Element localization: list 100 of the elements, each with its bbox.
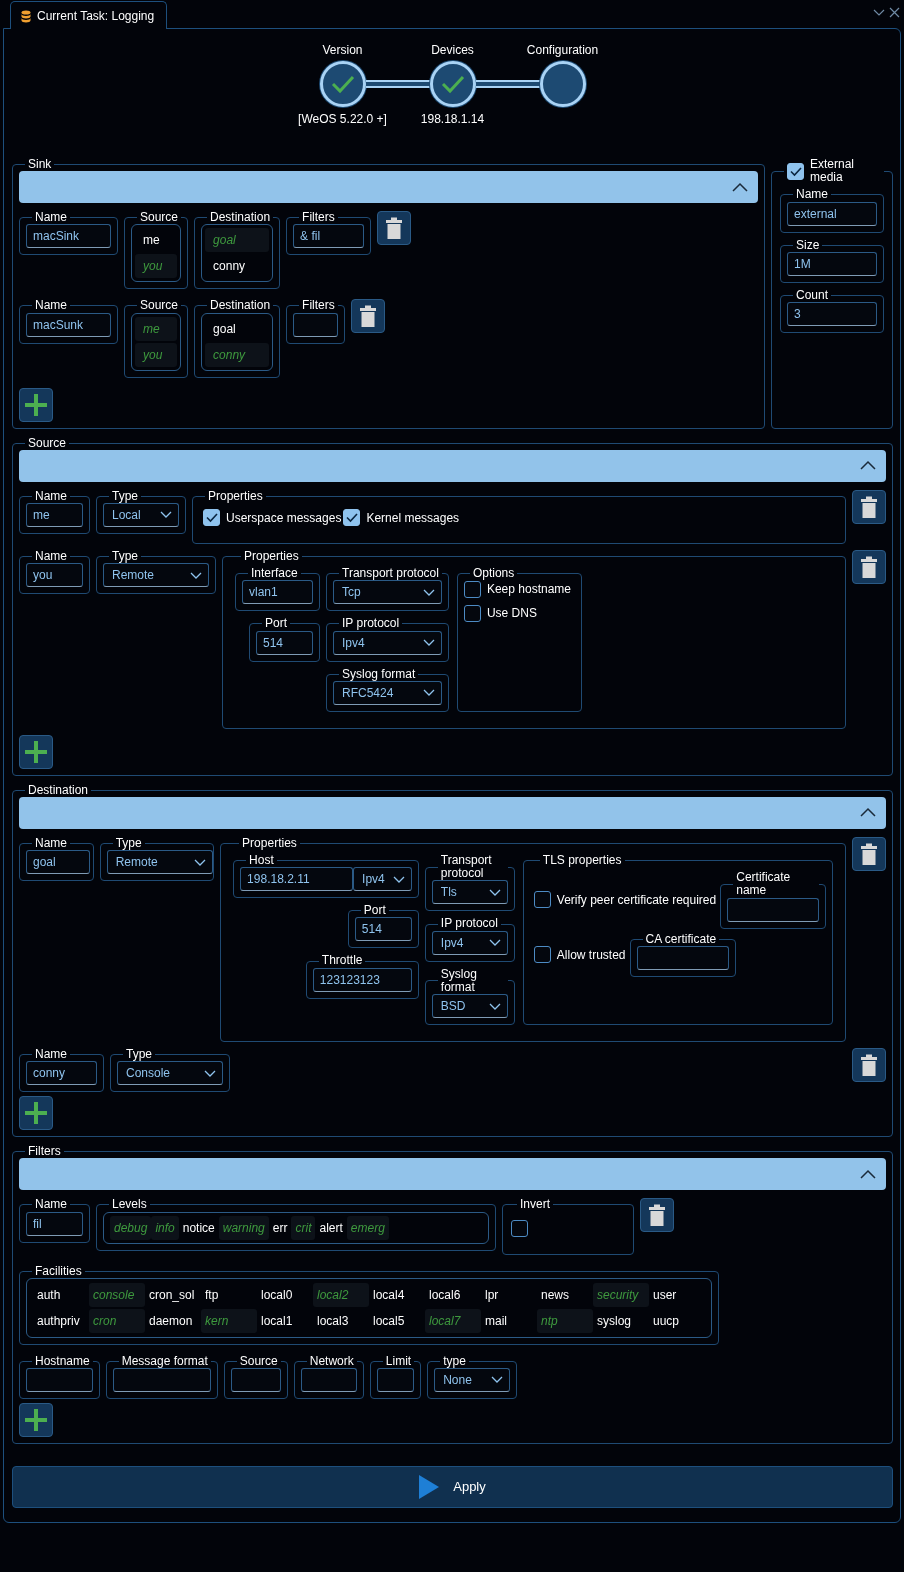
input-field[interactable]: 123123123	[312, 967, 412, 992]
input-field[interactable]: conny	[26, 1061, 97, 1086]
list-item[interactable]: security	[593, 1282, 649, 1307]
add-button[interactable]	[19, 387, 53, 422]
input-field[interactable]: you	[26, 563, 83, 588]
delete-button[interactable]	[852, 549, 886, 584]
checkbox[interactable]	[463, 580, 481, 598]
list-item[interactable]: kern	[201, 1308, 257, 1333]
list-item[interactable]: ntp	[537, 1308, 593, 1333]
apply-button[interactable]: Apply	[12, 1465, 893, 1508]
add-button[interactable]	[19, 1402, 53, 1437]
checkbox[interactable]	[511, 1219, 528, 1237]
add-button[interactable]	[19, 734, 53, 769]
input-field[interactable]	[636, 945, 729, 970]
list-item[interactable]: err	[268, 1215, 292, 1240]
list-item[interactable]: uucp	[649, 1308, 705, 1333]
list-item[interactable]: local6	[425, 1282, 481, 1307]
input-field[interactable]: vlan1	[242, 580, 313, 605]
input-field[interactable]: fil	[26, 1211, 83, 1236]
list-item[interactable]: alert	[315, 1215, 347, 1240]
list-item[interactable]: local1	[257, 1308, 313, 1333]
checkbox[interactable]	[343, 509, 361, 527]
delete-button[interactable]	[377, 211, 412, 246]
input-field[interactable]: external	[787, 201, 877, 226]
list-item[interactable]: me	[135, 228, 178, 253]
list-item[interactable]: lpr	[481, 1282, 537, 1307]
list-item[interactable]: local7	[425, 1308, 481, 1333]
list-item[interactable]: me	[135, 316, 178, 341]
list-item[interactable]: conny	[205, 342, 270, 367]
list-item[interactable]: emerg	[346, 1215, 389, 1240]
dropdown[interactable]: Local	[103, 502, 179, 527]
input-field[interactable]: 3	[787, 301, 877, 326]
list-item[interactable]: auth	[33, 1282, 89, 1307]
input-field[interactable]	[727, 897, 820, 922]
dropdown[interactable]: Tcp	[333, 580, 442, 605]
list-item[interactable]: local2	[313, 1282, 369, 1307]
list-item[interactable]: you	[135, 254, 178, 279]
delete-button[interactable]	[350, 299, 385, 334]
list-item[interactable]: mail	[481, 1308, 537, 1333]
list-item[interactable]: user	[649, 1282, 705, 1307]
list-item[interactable]: cron_sol	[145, 1282, 201, 1307]
checkbox[interactable]	[203, 509, 220, 527]
list-item[interactable]: cron	[89, 1308, 145, 1333]
input-field[interactable]	[26, 1367, 93, 1392]
input-field[interactable]: macSink	[26, 224, 111, 249]
collapse-bar[interactable]	[19, 796, 886, 829]
dropdown[interactable]: None	[434, 1367, 511, 1392]
dropdown[interactable]: Ipv4	[333, 630, 442, 655]
dropdown[interactable]: Ipv4	[353, 867, 412, 892]
input-field[interactable]	[293, 312, 338, 337]
list-item[interactable]: warning	[218, 1215, 269, 1240]
input-field[interactable]: macSunk	[26, 312, 111, 337]
list-item[interactable]: local5	[369, 1308, 425, 1333]
delete-button[interactable]	[852, 489, 886, 524]
input-field[interactable]	[376, 1367, 415, 1392]
list-item[interactable]: daemon	[145, 1308, 201, 1333]
list-item[interactable]: crit	[291, 1215, 316, 1240]
checkbox[interactable]	[787, 162, 804, 180]
collapse-bar[interactable]	[19, 1158, 886, 1191]
dropdown[interactable]: BSD	[431, 994, 508, 1018]
checkbox[interactable]	[533, 891, 551, 909]
list-item[interactable]: goal	[205, 228, 270, 253]
input-field[interactable]	[112, 1367, 211, 1392]
list-item[interactable]: goal	[205, 316, 270, 341]
input-field[interactable]: 514	[256, 630, 313, 655]
list-item[interactable]: conny	[205, 254, 270, 279]
input-field[interactable]	[300, 1367, 357, 1392]
list-item[interactable]: local0	[257, 1282, 313, 1307]
input-field[interactable]: 198.18.2.11	[240, 867, 354, 892]
input-field[interactable]	[230, 1367, 281, 1392]
list-item[interactable]: news	[537, 1282, 593, 1307]
checkbox[interactable]	[533, 946, 551, 964]
dropdown[interactable]: RFC5424	[333, 680, 442, 705]
chevron-down-icon[interactable]	[873, 7, 885, 17]
document-tab[interactable]: Current Task: Logging	[10, 1, 168, 29]
checkbox[interactable]	[463, 604, 481, 622]
list-item[interactable]: notice	[178, 1215, 219, 1240]
input-field[interactable]: 514	[354, 917, 412, 942]
add-button[interactable]	[19, 1096, 53, 1131]
dropdown[interactable]: Tls	[431, 880, 508, 905]
delete-button[interactable]	[852, 1048, 886, 1082]
list-item[interactable]: syslog	[593, 1308, 649, 1333]
input-field[interactable]: 1M	[787, 251, 877, 276]
collapse-bar[interactable]	[19, 449, 886, 482]
dropdown[interactable]: Remote	[106, 850, 213, 875]
list-item[interactable]: debug	[110, 1215, 152, 1240]
list-item[interactable]: info	[151, 1215, 179, 1240]
delete-button[interactable]	[852, 836, 886, 871]
input-field[interactable]: me	[26, 502, 83, 527]
input-field[interactable]: goal	[26, 850, 90, 875]
dropdown[interactable]: Remote	[103, 563, 209, 588]
input-field[interactable]: & fil	[293, 224, 365, 249]
list-item[interactable]: ftp	[201, 1282, 257, 1307]
close-icon[interactable]	[889, 7, 900, 18]
list-item[interactable]: local3	[313, 1308, 369, 1333]
list-item[interactable]: local4	[369, 1282, 425, 1307]
dropdown[interactable]: Console	[117, 1061, 223, 1086]
dropdown[interactable]: Ipv4	[431, 930, 508, 955]
list-item[interactable]: authpriv	[33, 1308, 89, 1333]
collapse-bar[interactable]	[19, 171, 758, 204]
